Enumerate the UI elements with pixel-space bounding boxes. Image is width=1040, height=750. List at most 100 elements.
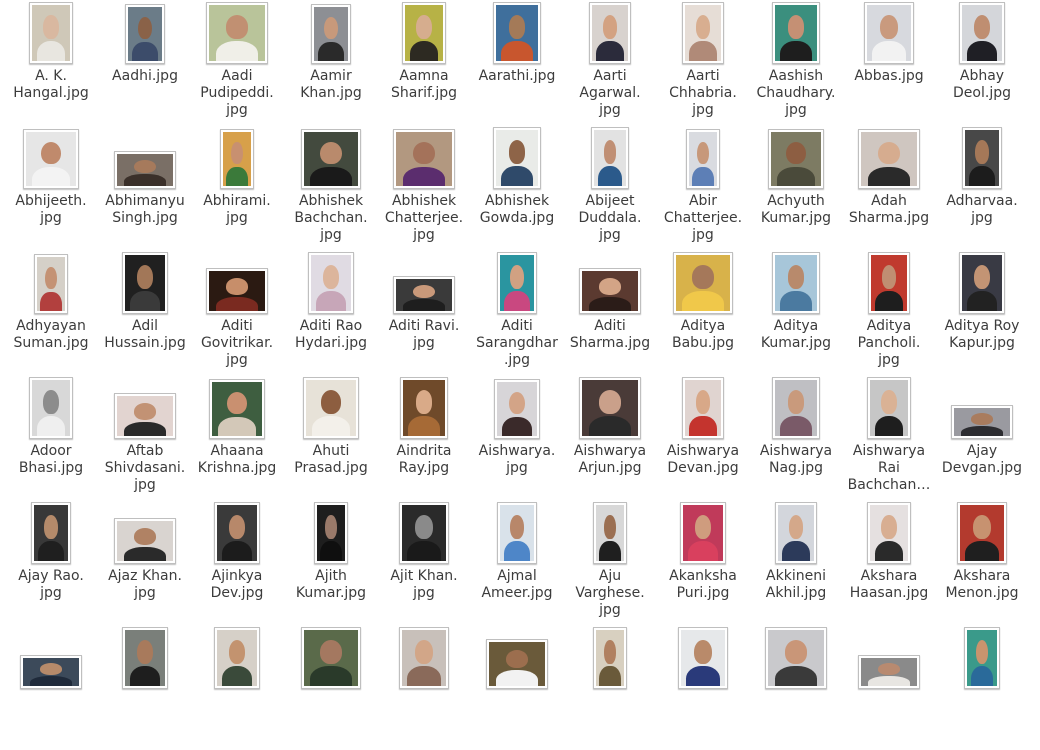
file-item[interactable]: Ajmal Ameer.jpg (470, 500, 564, 625)
file-item[interactable]: Ajit Khan. jpg (377, 500, 471, 625)
file-item[interactable]: Adharvaa. jpg (935, 125, 1029, 250)
file-item[interactable] (190, 625, 284, 750)
image-thumbnail[interactable] (23, 129, 79, 189)
file-item[interactable]: Aditi Govitrikar. jpg (190, 250, 284, 375)
file-item[interactable]: Aarti Agarwal. jpg (563, 0, 657, 125)
image-thumbnail[interactable] (214, 502, 260, 564)
file-item[interactable]: Ajaz Khan. jpg (98, 500, 192, 625)
file-item[interactable]: Aditi Sarangdhar .jpg (470, 250, 564, 375)
image-thumbnail[interactable] (579, 377, 641, 439)
file-item[interactable] (656, 625, 750, 750)
image-thumbnail[interactable] (31, 502, 71, 564)
file-item[interactable]: Abhay Deol.jpg (935, 0, 1029, 125)
image-thumbnail[interactable] (122, 627, 168, 689)
file-item[interactable]: Aishwarya. jpg (470, 375, 564, 500)
file-item[interactable]: Aadhi.jpg (98, 0, 192, 125)
image-thumbnail[interactable] (301, 627, 361, 689)
file-item[interactable]: Aishwarya Devan.jpg (656, 375, 750, 500)
file-item[interactable]: Aishwarya Nag.jpg (749, 375, 843, 500)
file-item[interactable]: Akshara Haasan.jpg (842, 500, 936, 625)
image-thumbnail[interactable] (399, 627, 449, 689)
image-thumbnail[interactable] (858, 655, 920, 689)
file-item[interactable]: Abhishek Gowda.jpg (470, 125, 564, 250)
image-thumbnail[interactable] (493, 127, 541, 189)
file-item[interactable]: A. K. Hangal.jpg (4, 0, 98, 125)
file-item[interactable]: Aditi Sharma.jpg (563, 250, 657, 375)
image-thumbnail[interactable] (220, 129, 254, 189)
image-thumbnail[interactable] (493, 2, 541, 64)
file-item[interactable] (284, 625, 378, 750)
image-thumbnail[interactable] (682, 377, 724, 439)
file-item[interactable]: Aditya Pancholi. jpg (842, 250, 936, 375)
image-thumbnail[interactable] (957, 502, 1007, 564)
image-thumbnail[interactable] (214, 627, 260, 689)
file-item[interactable]: Abir Chatterjee. jpg (656, 125, 750, 250)
file-item[interactable] (749, 625, 843, 750)
image-thumbnail[interactable] (775, 502, 817, 564)
file-item[interactable]: Adhyayan Suman.jpg (4, 250, 98, 375)
file-item[interactable]: Aditya Roy Kapur.jpg (935, 250, 1029, 375)
image-thumbnail[interactable] (959, 2, 1005, 64)
image-thumbnail[interactable] (772, 2, 820, 64)
image-thumbnail[interactable] (964, 627, 1000, 689)
file-item[interactable]: Akshara Menon.jpg (935, 500, 1029, 625)
image-thumbnail[interactable] (34, 254, 68, 314)
file-item[interactable]: Aindrita Ray.jpg (377, 375, 471, 500)
image-thumbnail[interactable] (962, 127, 1002, 189)
image-thumbnail[interactable] (486, 639, 548, 689)
file-item[interactable]: Ahaana Krishna.jpg (190, 375, 284, 500)
file-item[interactable]: Aarathi.jpg (470, 0, 564, 125)
image-thumbnail[interactable] (589, 2, 631, 64)
image-thumbnail[interactable] (682, 2, 724, 64)
image-thumbnail[interactable] (206, 268, 268, 314)
file-item[interactable]: Akanksha Puri.jpg (656, 500, 750, 625)
image-thumbnail[interactable] (772, 252, 820, 314)
file-item[interactable]: Akkineni Akhil.jpg (749, 500, 843, 625)
image-thumbnail[interactable] (308, 252, 354, 314)
file-item[interactable] (935, 625, 1029, 750)
image-thumbnail[interactable] (114, 151, 176, 189)
image-thumbnail[interactable] (303, 377, 359, 439)
file-item[interactable]: Abbas.jpg (842, 0, 936, 125)
file-item[interactable]: Abijeet Duddala. jpg (563, 125, 657, 250)
file-item[interactable]: Aftab Shivdasani. jpg (98, 375, 192, 500)
file-item[interactable]: Aashish Chaudhary. jpg (749, 0, 843, 125)
image-thumbnail[interactable] (864, 2, 914, 64)
file-item[interactable]: Abhijeeth. jpg (4, 125, 98, 250)
file-item[interactable] (563, 625, 657, 750)
file-item[interactable]: Adoor Bhasi.jpg (4, 375, 98, 500)
image-thumbnail[interactable] (301, 129, 361, 189)
file-item[interactable] (842, 625, 936, 750)
image-thumbnail[interactable] (593, 502, 627, 564)
file-item[interactable]: Ajinkya Dev.jpg (190, 500, 284, 625)
file-item[interactable]: Aamna Sharif.jpg (377, 0, 471, 125)
image-thumbnail[interactable] (686, 129, 720, 189)
file-item[interactable]: Aishwarya Arjun.jpg (563, 375, 657, 500)
file-item[interactable]: Ajith Kumar.jpg (284, 500, 378, 625)
image-thumbnail[interactable] (125, 4, 165, 64)
image-thumbnail[interactable] (209, 379, 265, 439)
file-item[interactable]: Ajay Rao. jpg (4, 500, 98, 625)
image-thumbnail[interactable] (765, 627, 827, 689)
file-item[interactable]: Abhimanyu Singh.jpg (98, 125, 192, 250)
file-item[interactable]: Adah Sharma.jpg (842, 125, 936, 250)
image-thumbnail[interactable] (122, 252, 168, 314)
image-thumbnail[interactable] (393, 129, 455, 189)
image-thumbnail[interactable] (400, 377, 448, 439)
file-item[interactable] (98, 625, 192, 750)
file-item[interactable]: Abhishek Bachchan. jpg (284, 125, 378, 250)
file-item[interactable]: Ahuti Prasad.jpg (284, 375, 378, 500)
image-thumbnail[interactable] (867, 502, 911, 564)
image-thumbnail[interactable] (951, 405, 1013, 439)
file-item[interactable]: Ajay Devgan.jpg (935, 375, 1029, 500)
image-thumbnail[interactable] (959, 252, 1005, 314)
file-item[interactable]: Aamir Khan.jpg (284, 0, 378, 125)
image-thumbnail[interactable] (402, 2, 446, 64)
image-thumbnail[interactable] (593, 627, 627, 689)
file-item[interactable]: Aadi Pudipeddi. jpg (190, 0, 284, 125)
image-thumbnail[interactable] (772, 377, 820, 439)
file-item[interactable]: Aditya Babu.jpg (656, 250, 750, 375)
image-thumbnail[interactable] (29, 377, 73, 439)
image-thumbnail[interactable] (311, 4, 351, 64)
image-thumbnail[interactable] (314, 502, 348, 564)
